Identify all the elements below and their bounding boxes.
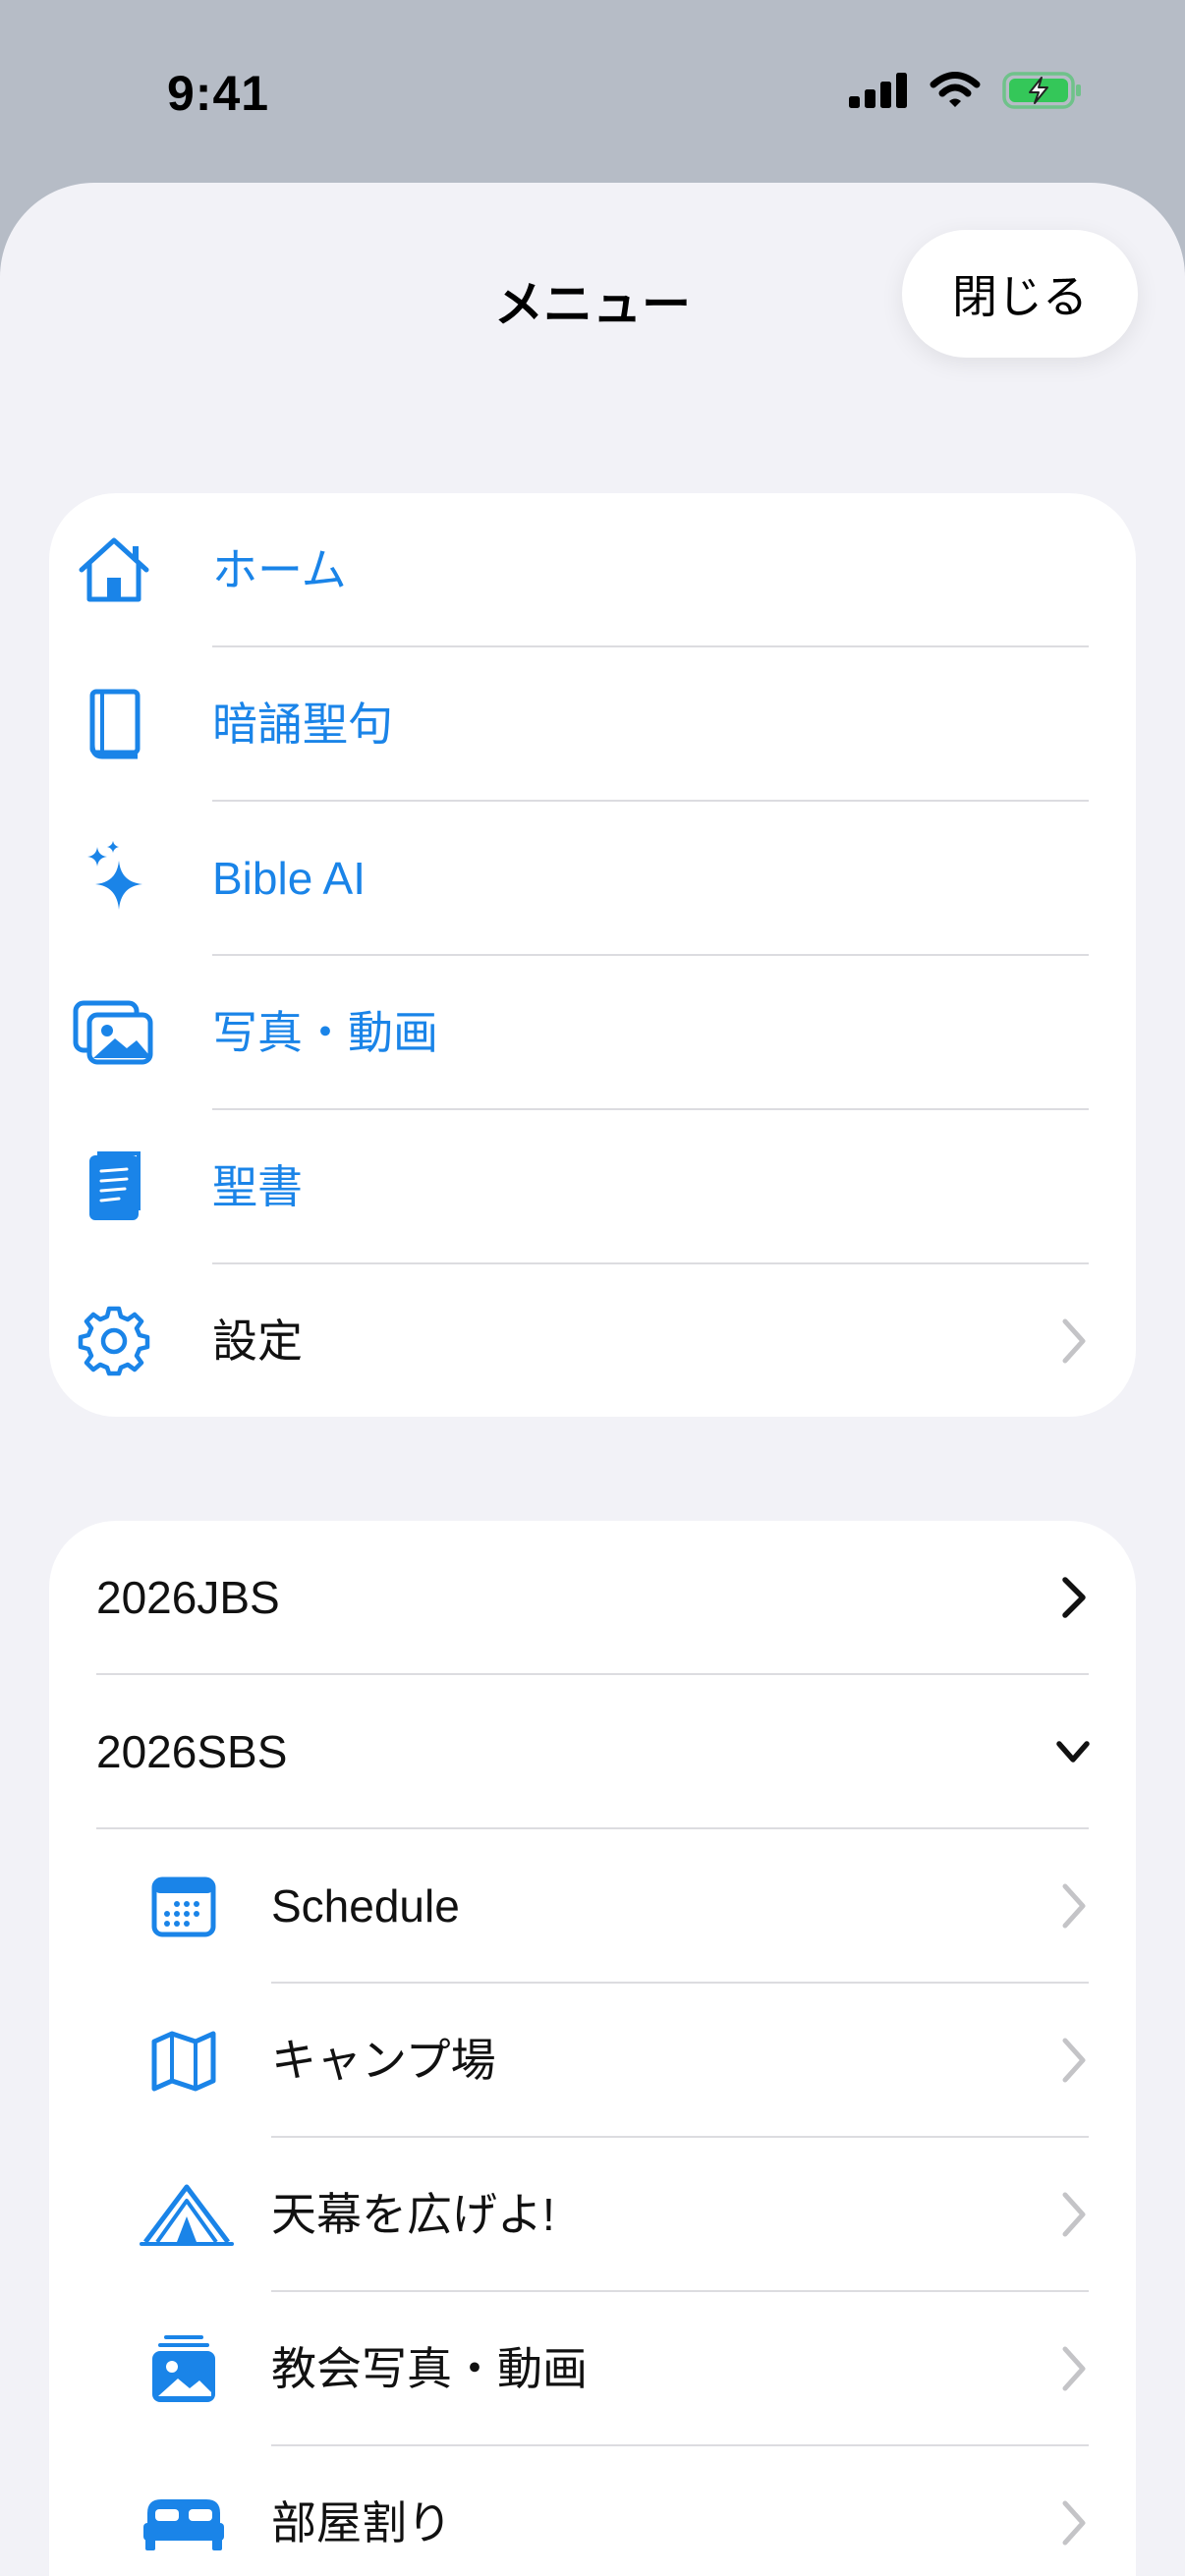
sub-item-label: 教会写真・動画 (271, 2343, 588, 2394)
events-card: 2026JBS 2026SBS Schedule キャンプ場 天幕を広げよ! 教… (49, 1521, 1136, 2576)
chevron-right-icon (1062, 1318, 1086, 1364)
sub-item-label: Schedule (271, 1880, 460, 1932)
status-bar: 9:41 (0, 0, 1185, 187)
chevron-right-icon (1062, 2038, 1086, 2083)
group-label: 2026JBS (96, 1572, 280, 1623)
menu-item-settings[interactable]: 設定 (49, 1264, 1136, 1417)
photo-stack-icon (149, 2331, 218, 2406)
menu-item-memory-verse[interactable]: 暗誦聖句 (49, 647, 1136, 802)
group-label: 2026SBS (96, 1726, 288, 1777)
chevron-right-icon (1062, 2500, 1086, 2546)
house-icon (75, 531, 153, 609)
bible-icon (75, 1146, 153, 1228)
chevron-right-icon (1062, 2192, 1086, 2237)
menu-item-label: Bible AI (212, 853, 366, 904)
bed-icon (140, 2492, 228, 2554)
sub-item-campsite[interactable]: キャンプ場 (49, 1984, 1136, 2138)
chevron-down-icon (1056, 1741, 1090, 1763)
menu-item-label: 写真・動画 (212, 1007, 438, 1058)
menu-item-bible[interactable]: 聖書 (49, 1110, 1136, 1264)
close-button[interactable]: 閉じる (902, 230, 1138, 358)
chevron-right-icon (1062, 1883, 1086, 1929)
cellular-signal-icon (849, 73, 907, 108)
menu-sheet: メニュー 閉じる ホーム 暗誦聖句 Bible AI 写真・動画 聖書 設定 2… (0, 183, 1185, 2576)
calendar-icon (149, 1873, 218, 1941)
map-icon (149, 2027, 218, 2096)
group-2026jbs[interactable]: 2026JBS (49, 1521, 1136, 1675)
menu-item-photos-videos[interactable]: 写真・動画 (49, 956, 1136, 1110)
group-2026sbs[interactable]: 2026SBS (49, 1675, 1136, 1829)
chevron-right-icon (1062, 2346, 1086, 2391)
gear-icon (75, 1302, 153, 1380)
main-menu-card: ホーム 暗誦聖句 Bible AI 写真・動画 聖書 設定 (49, 493, 1136, 1417)
wifi-icon (930, 72, 981, 107)
photos-icon (71, 993, 157, 1072)
menu-item-label: ホーム (212, 544, 347, 595)
sub-item-label: 部屋割り (271, 2497, 452, 2548)
menu-item-bible-ai[interactable]: Bible AI (49, 802, 1136, 956)
sub-item-room-assignment[interactable]: 部屋割り (49, 2446, 1136, 2576)
menu-item-label: 暗誦聖句 (212, 699, 393, 750)
tent-icon (140, 2179, 234, 2250)
status-icons (849, 71, 1083, 110)
sparkles-icon (75, 835, 153, 922)
battery-icon (1002, 72, 1081, 109)
book-icon (75, 683, 153, 765)
status-time: 9:41 (167, 66, 270, 121)
menu-item-home[interactable]: ホーム (49, 493, 1136, 647)
chevron-right-icon (1062, 1577, 1086, 1618)
sub-item-label: キャンプ場 (271, 2035, 496, 2086)
sub-item-label: 天幕を広げよ! (271, 2189, 555, 2240)
sub-item-schedule[interactable]: Schedule (49, 1829, 1136, 1984)
sub-item-tent[interactable]: 天幕を広げよ! (49, 2138, 1136, 2292)
menu-item-label: 聖書 (212, 1161, 303, 1212)
sub-item-church-photos[interactable]: 教会写真・動画 (49, 2292, 1136, 2446)
menu-item-label: 設定 (212, 1316, 303, 1367)
